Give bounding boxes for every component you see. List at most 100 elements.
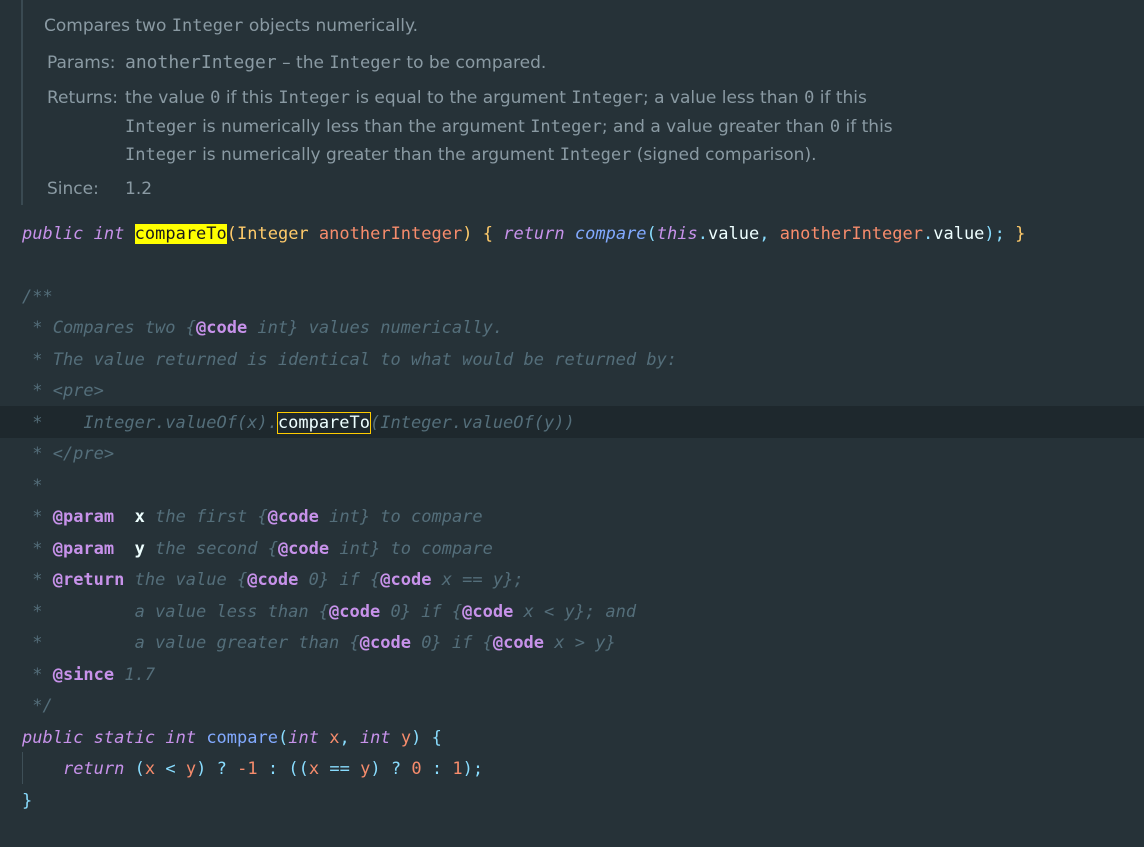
comment-text: the first { — [144, 507, 268, 527]
javadoc-tag: @code — [247, 570, 299, 590]
usage-highlight[interactable]: compareTo — [276, 412, 372, 434]
variable[interactable]: y — [360, 759, 370, 779]
comment-text: int} values numerically. — [247, 318, 504, 338]
doc-code: 0 — [210, 88, 221, 108]
doc-text: if this — [225, 88, 273, 108]
paren: ) — [462, 224, 473, 244]
comment-line-current: * Integer.valueOf(x).compareTo(Integer.v… — [22, 412, 575, 434]
variable[interactable]: y — [186, 759, 196, 779]
operator: : — [431, 759, 443, 779]
number: 1 — [452, 759, 463, 779]
comment-line: * a value greater than {@code 0} if {@co… — [22, 632, 616, 654]
doc-popup-border — [21, 0, 23, 205]
field[interactable]: value — [708, 224, 759, 244]
comma: , — [759, 224, 770, 244]
comment-text: 1.7 — [114, 665, 156, 685]
comma: , — [339, 728, 350, 748]
paren: ); — [462, 759, 484, 779]
keyword: int — [165, 728, 197, 748]
code-line-compare[interactable]: public static int compare(int x, int y) … — [22, 727, 442, 749]
comment-text: x < y}; and — [513, 602, 637, 622]
doc-text: is equal to the argument — [355, 88, 566, 108]
comment-text: * Integer.valueOf(x). — [22, 413, 278, 433]
returns-line-1: the value 0 if this Integer is equal to … — [125, 88, 867, 108]
comment-text: * — [22, 507, 53, 527]
comment-line: * The value returned is identical to wha… — [22, 350, 678, 370]
comment-text: 0} if { — [380, 602, 463, 622]
doc-code: Integer — [125, 117, 197, 137]
code-line-compareTo[interactable]: public int compareTo(Integer anotherInte… — [22, 223, 1025, 245]
javadoc-tag: @code — [492, 633, 545, 653]
variable[interactable]: x — [145, 759, 155, 779]
keyword: public — [22, 728, 84, 748]
comment-text: the value { — [124, 570, 248, 590]
field[interactable]: value — [933, 224, 984, 244]
keyword: this — [656, 224, 698, 244]
keyword: int — [93, 224, 125, 244]
operator: ? — [216, 759, 227, 779]
doc-code: Integer — [125, 145, 197, 165]
comment-text: x == y}; — [431, 570, 524, 590]
comment-line: * Compares two {@code int} values numeri… — [22, 317, 503, 339]
comment-line: * @param x the first {@code int} to comp… — [22, 506, 482, 528]
params-text: anotherInteger – the Integer to be compa… — [125, 53, 546, 74]
doc-text: if this — [845, 117, 893, 137]
comment-open: /** — [22, 287, 53, 307]
keyword: return — [503, 224, 565, 244]
comment-text: * a value less than { — [22, 602, 330, 622]
comment-text: x > y} — [544, 633, 616, 653]
doc-code: 0 — [829, 117, 841, 137]
doc-summary: Compares two Integer objects numerically… — [44, 16, 418, 36]
comment-line: * @return the value {@code 0} if {@code … — [22, 569, 524, 591]
comment-text: 0} if { — [410, 633, 493, 653]
doc-code: Integer — [329, 53, 401, 73]
variable[interactable]: x — [309, 759, 319, 779]
comment-line: * @param y the second {@code int} to com… — [22, 538, 493, 560]
paren: ( — [134, 759, 145, 779]
comment-close: */ — [22, 696, 53, 716]
doc-code: Integer — [571, 88, 643, 108]
keyword: int — [359, 728, 391, 748]
doc-text: is numerically less than the argument — [202, 117, 525, 137]
parameter[interactable]: y — [401, 728, 411, 748]
paren: ); — [984, 224, 1005, 244]
comment-text: (Integer.valueOf(y)) — [370, 413, 575, 433]
keyword: public — [22, 224, 84, 244]
javadoc-tag: @code — [267, 507, 319, 527]
comment-text: * a value greater than { — [22, 633, 360, 653]
parameter[interactable]: anotherInteger — [319, 224, 462, 244]
paren: ( — [277, 728, 289, 748]
operator: : — [267, 759, 279, 779]
keyword: return — [62, 759, 125, 779]
type-name[interactable]: Integer — [237, 224, 309, 244]
method-call[interactable]: compare — [575, 224, 647, 244]
doc-text: (signed comparison). — [636, 145, 817, 165]
operator: == — [329, 759, 350, 779]
javadoc-tag: @code — [196, 318, 248, 338]
comment-text: * — [22, 570, 53, 590]
doc-code: Integer — [171, 16, 244, 36]
param-name: y — [134, 539, 145, 559]
code-line-return[interactable]: return (x < y) ? -1 : ((x == y) ? 0 : 1)… — [22, 758, 483, 780]
dot: . — [697, 224, 708, 244]
doc-text: – — [282, 53, 291, 73]
doc-code: Integer — [278, 88, 351, 108]
doc-text: ; a value less than — [642, 88, 799, 108]
javadoc-tag: @code — [359, 633, 411, 653]
method-name[interactable]: compare — [206, 728, 278, 748]
javadoc-tag: @param — [52, 507, 115, 527]
operator: < — [165, 759, 176, 779]
parameter[interactable]: anotherInteger — [780, 224, 923, 244]
method-name-highlighted[interactable]: compareTo — [134, 224, 227, 244]
comment-text: * — [22, 665, 53, 685]
returns-line-2: Integer is numerically less than the arg… — [125, 117, 893, 137]
comment-text: the second { — [144, 539, 278, 559]
parameter[interactable]: x — [329, 728, 339, 748]
javadoc-tag: @code — [462, 602, 514, 622]
paren: ) — [196, 759, 207, 779]
number: 0 — [411, 759, 422, 779]
brace: { — [482, 224, 493, 244]
javadoc-tag: @code — [380, 570, 432, 590]
javadoc-tag: @code — [329, 602, 381, 622]
brace: } — [1015, 224, 1026, 244]
